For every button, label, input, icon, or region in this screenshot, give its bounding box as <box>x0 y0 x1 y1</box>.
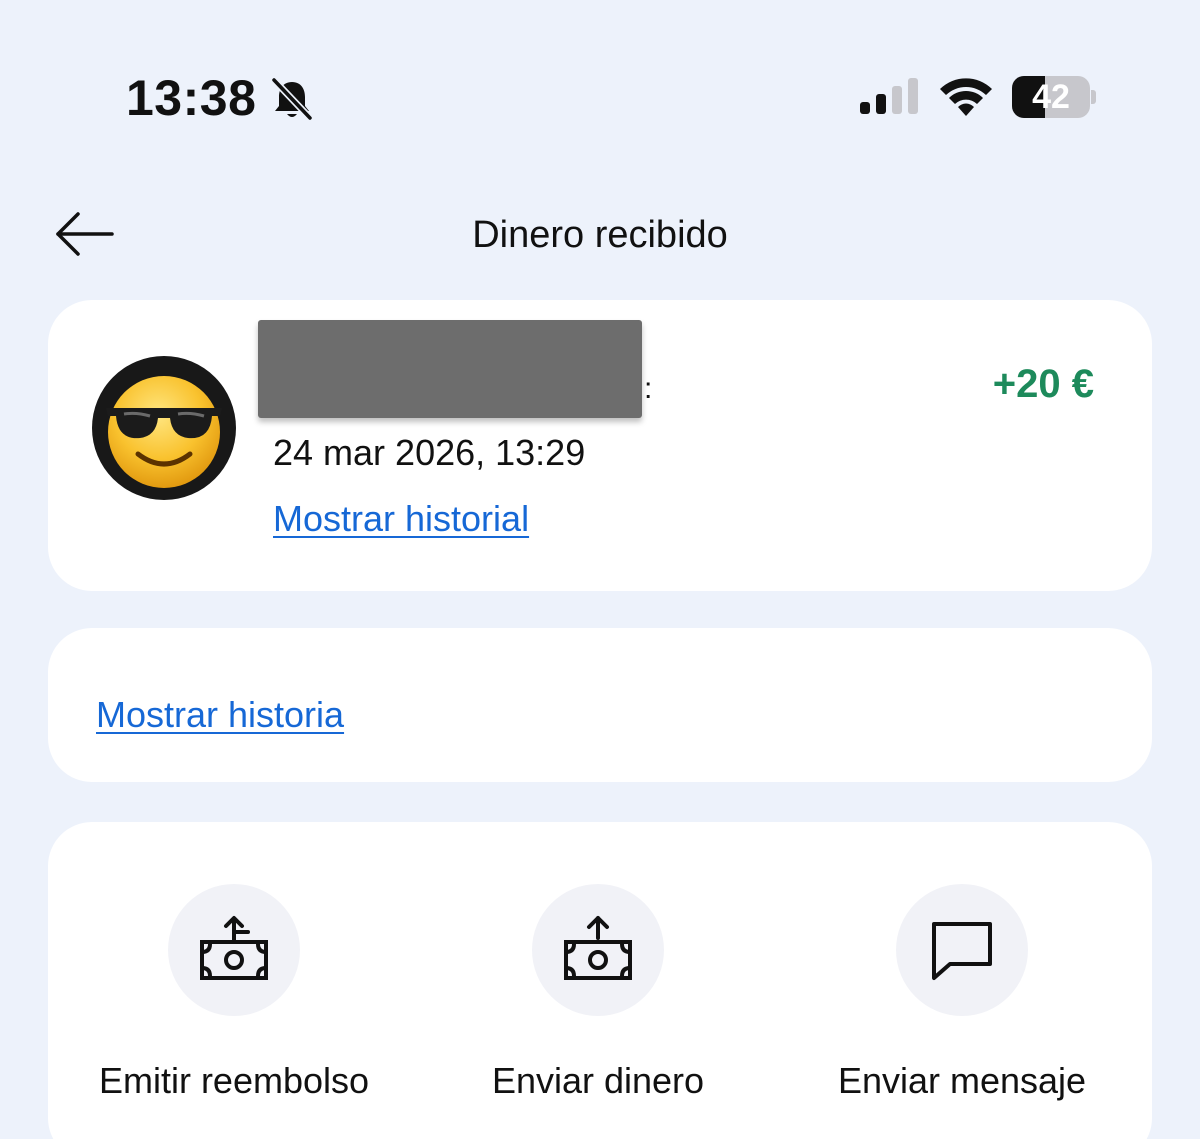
send-money-label: Enviar dinero <box>491 1060 705 1101</box>
wifi-icon <box>940 78 992 116</box>
redacted-sender-name <box>258 320 642 418</box>
money-return-icon <box>200 916 268 980</box>
page-title: Dinero recibido <box>472 214 728 256</box>
money-send-icon <box>564 916 632 980</box>
message-icon <box>932 922 992 980</box>
refund-icon-circle <box>168 884 300 1016</box>
refund-button[interactable]: Emitir reembolso <box>54 884 414 1102</box>
battery-cap <box>1091 90 1096 104</box>
send-message-icon-circle <box>896 884 1028 1016</box>
send-message-label: Enviar mensaje <box>837 1060 1087 1101</box>
transaction-card: : +20 € 24 mar 2026, 13:29 Mostrar histo… <box>48 300 1152 591</box>
show-story-link[interactable]: Mostrar historia <box>96 694 344 736</box>
battery-icon: 42 <box>1012 76 1090 118</box>
actions-card: Emitir reembolso Enviar dinero Enviar me… <box>48 822 1152 1139</box>
send-money-icon-circle <box>532 884 664 1016</box>
sunglasses-emoji-icon <box>106 376 222 488</box>
history-card: Mostrar historia <box>48 628 1152 782</box>
show-history-link[interactable]: Mostrar historial <box>273 498 529 540</box>
send-money-button[interactable]: Enviar dinero <box>418 884 778 1102</box>
status-time: 13:38 <box>126 70 257 126</box>
avatar[interactable] <box>92 356 236 500</box>
send-message-button[interactable]: Enviar mensaje <box>782 884 1142 1102</box>
battery-level: 42 <box>1032 77 1070 116</box>
cellular-signal-icon <box>860 78 918 114</box>
transaction-date: 24 mar 2026, 13:29 <box>273 432 586 473</box>
bell-slash-icon <box>271 77 313 121</box>
sender-name-tail: : <box>644 372 653 405</box>
refund-label: Emitir reembolso <box>98 1060 370 1101</box>
transaction-amount: +20 € <box>992 362 1094 406</box>
